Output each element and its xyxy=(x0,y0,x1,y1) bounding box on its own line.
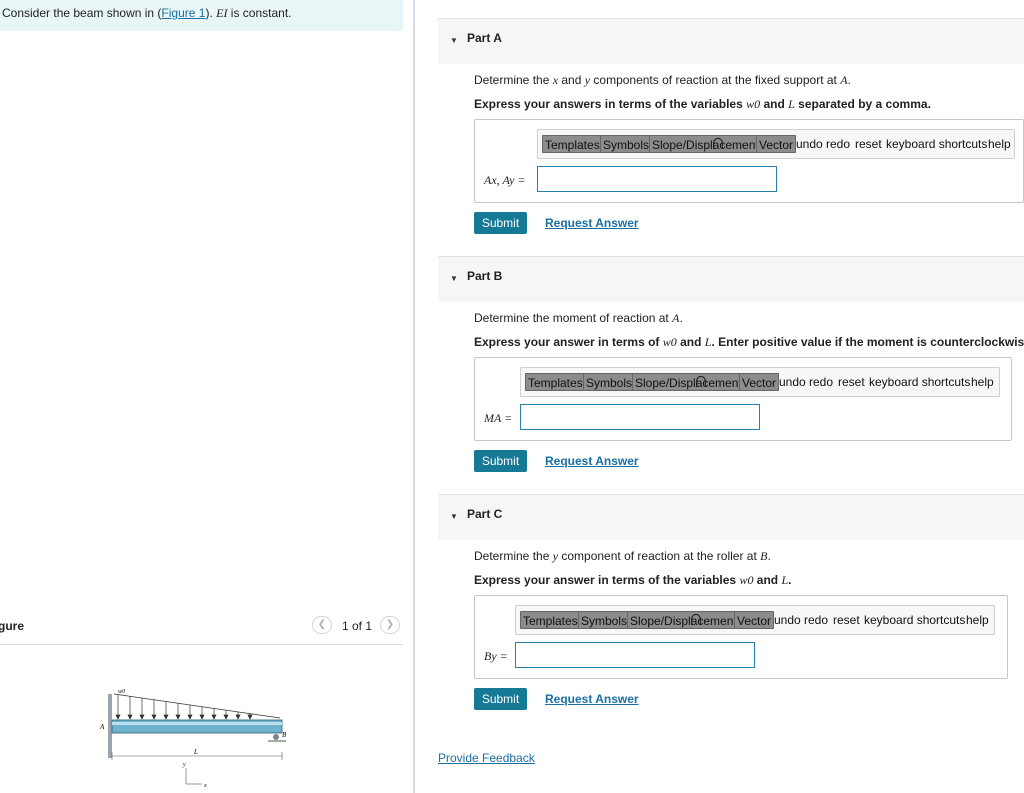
chevron-right-icon: ❯ xyxy=(385,619,395,630)
template-glyph-icon: ∩ xyxy=(710,129,726,154)
submit-button[interactable]: Submit xyxy=(474,688,527,710)
reset-button[interactable]: reset xyxy=(833,613,860,627)
vector-button[interactable]: Vector xyxy=(756,135,797,153)
vector-button[interactable]: Vector xyxy=(734,611,775,629)
problem-statement: Consider the beam shown in (Figure 1). E… xyxy=(0,0,403,31)
math-toolbar: Templates Symbols Slope/Displacement Vec… xyxy=(537,129,1015,159)
answer-input[interactable] xyxy=(515,642,755,668)
part-title: Part B xyxy=(467,269,503,283)
beam-figure: w0 A B L y x xyxy=(99,689,287,789)
submit-button[interactable]: Submit xyxy=(474,450,527,472)
beam-highlight xyxy=(112,722,282,725)
figure-link[interactable]: Figure 1 xyxy=(161,6,205,20)
slope-displacement-button[interactable]: Slope/Displacement xyxy=(632,373,745,391)
load-arrows xyxy=(115,695,253,720)
roller xyxy=(273,734,279,740)
symbols-button[interactable]: Symbols xyxy=(600,135,653,153)
keyboard-shortcuts-button[interactable]: keyboard shortcuts xyxy=(869,375,970,389)
label-length: L xyxy=(193,748,198,756)
reset-button[interactable]: reset xyxy=(838,375,865,389)
symbols-button[interactable]: Symbols xyxy=(578,611,631,629)
caret-down-icon[interactable]: ▼ xyxy=(450,36,458,45)
part-b-header[interactable]: ▼ Part B xyxy=(438,256,1024,302)
part-a-header[interactable]: ▼ Part A xyxy=(438,18,1024,64)
intro-math: EI xyxy=(216,6,228,20)
figure-count: 1 of 1 xyxy=(342,619,373,633)
part-b-prompt: Determine the moment of reaction at A. xyxy=(474,311,683,325)
keyboard-shortcuts-button[interactable]: keyboard shortcuts xyxy=(864,613,965,627)
help-button[interactable]: help xyxy=(988,137,1011,151)
part-c-instruction: Express your answer in terms of the vari… xyxy=(474,573,792,587)
undo-button[interactable]: undo xyxy=(774,613,801,627)
part-c-prompt: Determine the y component of reaction at… xyxy=(474,549,771,563)
templates-button[interactable]: Templates xyxy=(520,611,581,629)
part-b-answer-box: Templates Symbols Slope/Displacement Vec… xyxy=(474,357,1012,441)
request-answer-link[interactable]: Request Answer xyxy=(545,216,639,230)
answer-input[interactable] xyxy=(537,166,777,192)
figure-label: gure xyxy=(0,619,25,633)
help-button[interactable]: help xyxy=(971,375,994,389)
templates-button[interactable]: Templates xyxy=(542,135,603,153)
intro-text: ). xyxy=(205,6,217,20)
reset-button[interactable]: reset xyxy=(855,137,882,151)
label-w0: w0 xyxy=(118,689,125,695)
figure-header: gure ❮ 1 of 1 ❯ xyxy=(0,616,403,645)
slope-displacement-button[interactable]: Slope/Displacement xyxy=(627,611,740,629)
request-answer-link[interactable]: Request Answer xyxy=(545,692,639,706)
vector-button[interactable]: Vector xyxy=(739,373,780,391)
answer-label: MA = xyxy=(484,411,513,425)
beam xyxy=(111,719,283,734)
keyboard-shortcuts-button[interactable]: keyboard shortcuts xyxy=(886,137,987,151)
label-a: A xyxy=(99,723,105,731)
part-c-answer-box: Templates Symbols Slope/Displacement Vec… xyxy=(474,595,1008,679)
label-x: x xyxy=(203,783,207,789)
part-a-instruction: Express your answers in terms of the var… xyxy=(474,97,931,111)
part-b-instruction: Express your answer in terms of w0 and L… xyxy=(474,335,1024,349)
math-toolbar: Templates Symbols Slope/Displacement Vec… xyxy=(520,367,1000,397)
symbols-button[interactable]: Symbols xyxy=(583,373,636,391)
chevron-left-icon: ❮ xyxy=(317,619,327,630)
caret-down-icon[interactable]: ▼ xyxy=(450,274,458,283)
answer-label: Ax, Ay = xyxy=(484,173,526,187)
answer-label: By = xyxy=(484,649,508,663)
pane-divider[interactable] xyxy=(413,0,415,793)
math-toolbar: Templates Symbols Slope/Displacement Vec… xyxy=(515,605,995,635)
help-button[interactable]: help xyxy=(966,613,989,627)
intro-text: Consider the beam shown in ( xyxy=(2,6,162,20)
part-title: Part A xyxy=(467,31,502,45)
slope-displacement-button[interactable]: Slope/Displacement xyxy=(649,135,762,153)
fixed-wall xyxy=(108,694,112,758)
part-a-answer-box: Templates Symbols Slope/Displacement Vec… xyxy=(474,119,1024,203)
label-y: y xyxy=(182,762,186,768)
redo-button[interactable]: redo xyxy=(809,375,833,389)
undo-button[interactable]: undo xyxy=(779,375,806,389)
label-b: B xyxy=(282,731,287,739)
answer-input[interactable] xyxy=(520,404,760,430)
template-glyph-icon: ∩ xyxy=(688,605,704,630)
template-glyph-icon: ∩ xyxy=(693,367,709,392)
figure-pane: Consider the beam shown in (Figure 1). E… xyxy=(0,0,414,793)
next-figure-button[interactable]: ❯ xyxy=(380,616,400,634)
part-c-header[interactable]: ▼ Part C xyxy=(438,494,1024,540)
templates-button[interactable]: Templates xyxy=(525,373,586,391)
undo-button[interactable]: undo xyxy=(796,137,823,151)
redo-button[interactable]: redo xyxy=(826,137,850,151)
part-title: Part C xyxy=(467,507,503,521)
prev-figure-button[interactable]: ❮ xyxy=(312,616,332,634)
caret-down-icon[interactable]: ▼ xyxy=(450,512,458,521)
part-a-prompt: Determine the x and y components of reac… xyxy=(474,73,851,87)
redo-button[interactable]: redo xyxy=(804,613,828,627)
provide-feedback-link[interactable]: Provide Feedback xyxy=(438,751,535,765)
request-answer-link[interactable]: Request Answer xyxy=(545,454,639,468)
submit-button[interactable]: Submit xyxy=(474,212,527,234)
intro-text: is constant. xyxy=(227,6,292,20)
load-line xyxy=(113,693,281,719)
